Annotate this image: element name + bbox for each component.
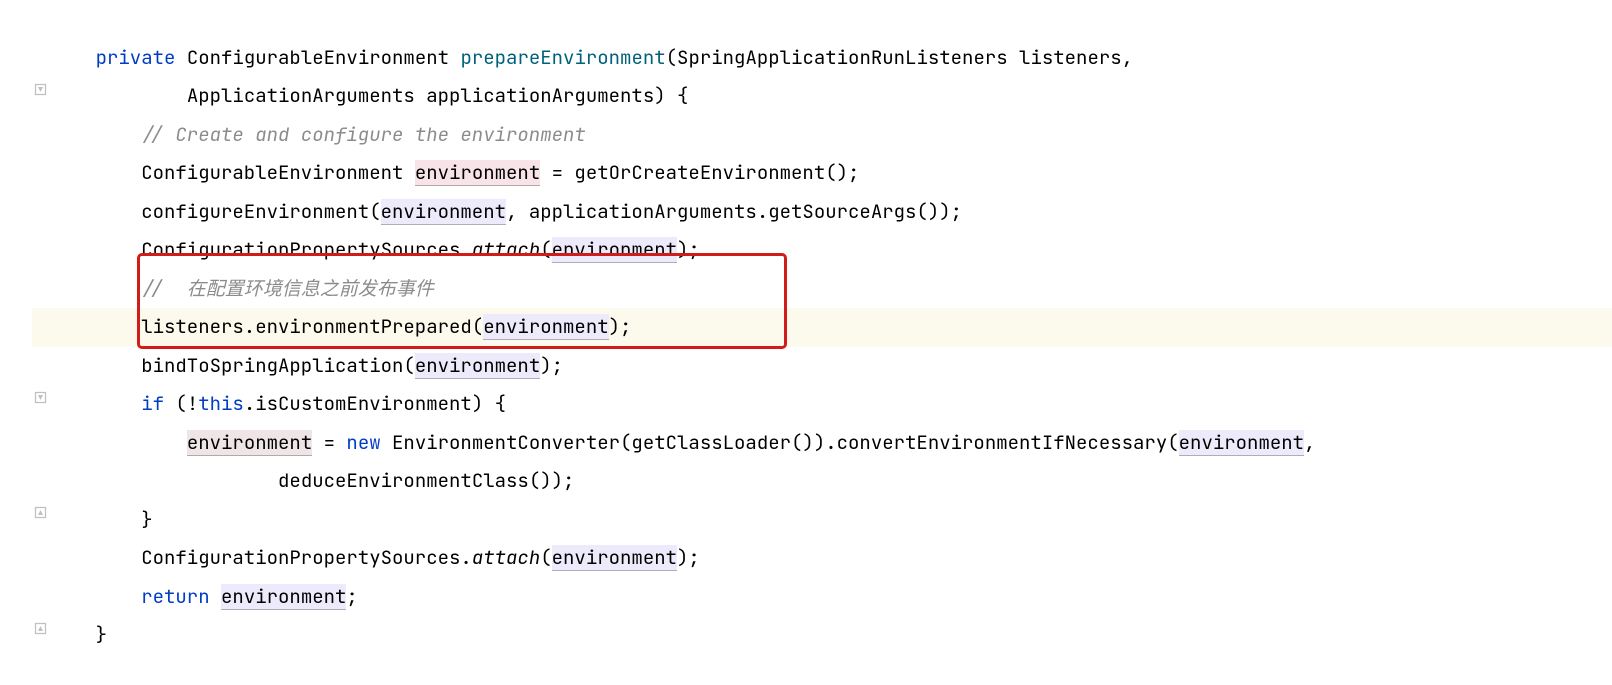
paren: ( — [540, 237, 551, 262]
code-text: .isCustomEnvironment) { — [244, 391, 506, 416]
code-text: = — [312, 430, 346, 455]
code-line[interactable]: ConfigurationPropertySources.attach(envi… — [50, 539, 1612, 578]
var-environment: environment — [415, 353, 540, 379]
code-text: (! — [164, 391, 198, 416]
code-text: listeners.environmentPrepared( — [141, 314, 483, 339]
code-text: , applicationArguments.getSourceArgs()); — [506, 199, 962, 224]
code-text: bindToSpringApplication( — [141, 353, 415, 378]
code-line[interactable]: // 在配置环境信息之前发布事件 — [50, 270, 1612, 309]
code-line[interactable]: bindToSpringApplication(environment); — [50, 347, 1612, 386]
sig-tail: ApplicationArguments applicationArgument… — [187, 83, 689, 108]
var-environment: environment — [221, 584, 346, 610]
keyword-this: this — [198, 391, 244, 416]
comment: // Create and configure the environment — [141, 122, 586, 147]
code-line[interactable]: ConfigurationPropertySources.attach(envi… — [50, 231, 1612, 270]
paren: ); — [540, 353, 563, 378]
brace: } — [141, 507, 152, 532]
code-line-current[interactable]: listeners.environmentPrepared(environmen… — [32, 308, 1612, 347]
type-name: ConfigurableEnvironment — [141, 160, 403, 185]
code-text: deduceEnvironmentClass()); — [278, 468, 574, 493]
code-text: EnvironmentConverter(getClassLoader()).c… — [381, 430, 1179, 455]
code-line[interactable]: configureEnvironment(environment, applic… — [50, 193, 1612, 232]
paren: ( — [540, 545, 551, 570]
comma: , — [1304, 430, 1315, 455]
keyword-new: new — [346, 430, 380, 455]
semi: ; — [346, 584, 357, 609]
code-text: configureEnvironment( — [141, 199, 380, 224]
code-line[interactable]: environment = new EnvironmentConverter(g… — [50, 424, 1612, 463]
var-environment: environment — [1179, 430, 1304, 456]
code-line[interactable]: deduceEnvironmentClass()); — [50, 462, 1612, 501]
code-line[interactable] — [50, 0, 1612, 39]
code-editor[interactable]: private ConfigurableEnvironment prepareE… — [0, 0, 1612, 685]
keyword-private: private — [96, 45, 176, 70]
keyword-if: if — [141, 391, 164, 416]
paren: ); — [677, 545, 700, 570]
fold-icon[interactable] — [33, 505, 48, 520]
var-environment: environment — [552, 237, 677, 263]
code-line[interactable]: // Create and configure the environment — [50, 116, 1612, 155]
code-line[interactable]: if (!this.isCustomEnvironment) { — [50, 385, 1612, 424]
code-line[interactable]: ConfigurableEnvironment environment = ge… — [50, 154, 1612, 193]
method-name: prepareEnvironment — [460, 45, 665, 70]
comment: // 在配置环境信息之前发布事件 — [141, 276, 434, 301]
keyword-return: return — [141, 584, 209, 609]
code-area[interactable]: private ConfigurableEnvironment prepareE… — [50, 0, 1612, 655]
type-name: ConfigurableEnvironment — [187, 45, 449, 70]
brace: } — [96, 622, 107, 647]
code-line[interactable]: } — [50, 501, 1612, 540]
code-line[interactable]: } — [50, 616, 1612, 655]
method-attach: attach — [472, 237, 540, 262]
code-line[interactable]: ApplicationArguments applicationArgument… — [50, 77, 1612, 116]
code-line[interactable]: private ConfigurableEnvironment prepareE… — [50, 39, 1612, 78]
var-environment: environment — [415, 160, 540, 186]
method-attach: attach — [472, 545, 540, 570]
paren: ); — [609, 314, 632, 339]
code-line[interactable]: return environment; — [50, 578, 1612, 617]
var-environment: environment — [187, 430, 312, 456]
fold-icon[interactable] — [33, 390, 48, 405]
var-environment: environment — [483, 314, 608, 340]
fold-icon[interactable] — [33, 82, 48, 97]
code-text: ConfigurationPropertySources. — [141, 237, 472, 262]
fold-icon[interactable] — [33, 621, 48, 636]
code-text: = getOrCreateEnvironment(); — [540, 160, 859, 185]
paren: ); — [677, 237, 700, 262]
sig-tail: (SpringApplicationRunListeners listeners… — [666, 45, 1133, 70]
var-environment: environment — [552, 545, 677, 571]
code-text: ConfigurationPropertySources. — [141, 545, 472, 570]
var-environment: environment — [381, 199, 506, 225]
